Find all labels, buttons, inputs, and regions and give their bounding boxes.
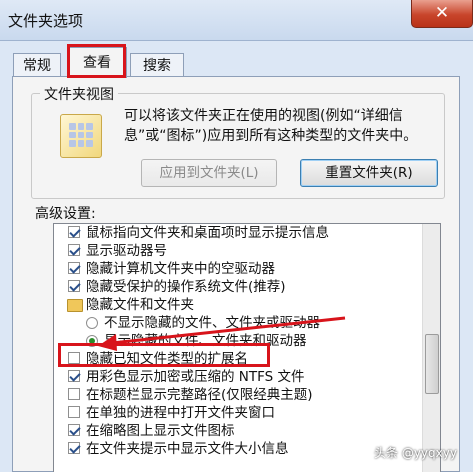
list-item[interactable]: 在单独的进程中打开文件夹窗口 — [54, 404, 424, 422]
checkbox[interactable] — [68, 280, 80, 292]
window-title: 文件夹选项 — [8, 12, 84, 30]
list-scrollbar[interactable] — [422, 224, 440, 472]
list-item-label: 不显示隐藏的文件、文件夹或驱动器 — [104, 315, 320, 331]
checkbox[interactable] — [68, 226, 80, 238]
watermark: 头条 @yyqxyy — [374, 446, 457, 460]
list-item-label: 隐藏文件和文件夹 — [86, 297, 194, 313]
list-item-label: 隐藏受保护的操作系统文件(推荐) — [86, 279, 286, 295]
list-item[interactable]: 隐藏受保护的操作系统文件(推荐) — [54, 278, 424, 296]
list-item-label: 在文件夹提示中显示文件大小信息 — [86, 441, 289, 457]
list-item-label: 用彩色显示加密或压缩的 NTFS 文件 — [86, 369, 305, 385]
list-item-label: 在标题栏显示完整路径(仅限经典主题) — [86, 387, 313, 403]
checkbox[interactable] — [68, 370, 80, 382]
list-item[interactable]: 用彩色显示加密或压缩的 NTFS 文件 — [54, 368, 424, 386]
folder-icon — [67, 299, 83, 312]
checkbox[interactable] — [68, 388, 80, 400]
list-item-label: 显示驱动器号 — [86, 243, 167, 259]
folder-view-group: 文件夹视图 可以将该文件夹正在使用的视图(例如“详细信息”或“图标”)应用到所有… — [31, 84, 445, 199]
list-item-label: 隐藏计算机文件夹中的空驱动器 — [86, 261, 275, 277]
folder-view-icon — [60, 114, 102, 158]
tab-search[interactable]: 搜索 — [130, 53, 184, 78]
list-item[interactable]: 显示驱动器号 — [54, 242, 424, 260]
reset-folders-button[interactable]: 重置文件夹(R) — [300, 159, 438, 187]
advanced-settings-label: 高级设置: — [35, 206, 96, 222]
checkbox[interactable] — [68, 442, 80, 454]
list-item[interactable]: 在缩略图上显示文件图标 — [54, 422, 424, 440]
list-item: 隐藏文件和文件夹 — [54, 296, 424, 314]
folder-options-dialog: 文件夹选项 ✕ 常规 查看 搜索 文件夹视图 可以将该文件夹正在使用的视图(例如… — [0, 0, 473, 472]
tab-general[interactable]: 常规 — [13, 53, 61, 78]
hide-extensions-highlight — [58, 343, 270, 367]
checkbox[interactable] — [68, 424, 80, 436]
radio-button[interactable] — [86, 317, 98, 329]
list-item[interactable]: 在文件夹提示中显示文件大小信息 — [54, 440, 424, 458]
close-button[interactable]: ✕ — [411, 0, 473, 28]
title-bar: 文件夹选项 ✕ — [0, 0, 473, 41]
list-item-label: 在单独的进程中打开文件夹窗口 — [86, 405, 275, 421]
list-item-label: 在缩略图上显示文件图标 — [86, 423, 235, 439]
list-item[interactable]: 隐藏计算机文件夹中的空驱动器 — [54, 260, 424, 278]
apply-to-folders-button[interactable]: 应用到文件夹(L) — [141, 159, 277, 187]
list-item-label: 鼠标指向文件夹和桌面项时显示提示信息 — [86, 225, 329, 241]
list-item[interactable]: 不显示隐藏的文件、文件夹或驱动器 — [54, 314, 424, 332]
list-item[interactable]: 在标题栏显示完整路径(仅限经典主题) — [54, 386, 424, 404]
folder-view-description: 可以将该文件夹正在使用的视图(例如“详细信息”或“图标”)应用到所有这种类型的文… — [124, 108, 418, 144]
view-tab-panel: 文件夹视图 可以将该文件夹正在使用的视图(例如“详细信息”或“图标”)应用到所有… — [12, 76, 460, 472]
checkbox[interactable] — [68, 406, 80, 418]
folder-view-legend: 文件夹视图 — [40, 84, 118, 104]
checkbox[interactable] — [68, 262, 80, 274]
list-item[interactable]: 鼠标指向文件夹和桌面项时显示提示信息 — [54, 224, 424, 242]
tab-view-highlight — [67, 44, 126, 78]
scrollbar-thumb[interactable] — [425, 334, 439, 394]
checkbox[interactable] — [68, 244, 80, 256]
